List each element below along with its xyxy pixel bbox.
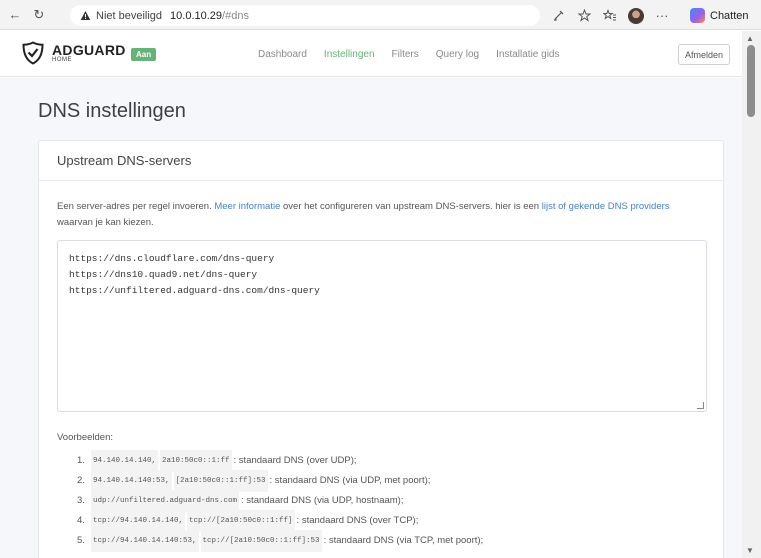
intro-text: over het configureren van upstream DNS-s… (280, 201, 542, 212)
examples-title: Voorbeelden: (57, 432, 113, 443)
example-code: 94.140.14.140:53, (91, 470, 172, 492)
warning-icon[interactable] (80, 10, 91, 21)
server-line: https://dns10.quad9.net/dns-query (69, 269, 258, 280)
dns-providers-link[interactable]: lijst of gekende DNS providers (542, 201, 670, 212)
example-code: tcp://94.140.14.140, (91, 510, 186, 532)
main-content: DNS instellingen Upstream DNS-servers Ee… (0, 78, 742, 558)
browser-toolbar: ← ↻ Niet beveiligd 10.0.10.29 /#dns ··· … (0, 0, 761, 30)
list-item: 1. 94.140.14.140, 2a10:50c0::1:ff : stan… (77, 450, 705, 472)
nav-dashboard[interactable]: Dashboard (258, 49, 307, 60)
server-line: https://dns.cloudflare.com/dns-query (69, 253, 275, 264)
address-bar[interactable]: Niet beveiligd 10.0.10.29 /#dns (70, 5, 540, 26)
main-nav: Dashboard Instellingen Filters Query log… (258, 49, 576, 60)
reload-icon[interactable]: ↻ (30, 6, 48, 24)
favorite-star-icon[interactable] (574, 6, 594, 26)
copilot-icon (690, 8, 705, 23)
example-desc: : standaard DNS (via TCP, met poort); (323, 535, 484, 546)
example-code: tcp://94.140.14.140:53, (91, 530, 199, 552)
example-number: 1. (77, 455, 85, 466)
page-title: DNS instellingen (38, 100, 186, 122)
back-icon[interactable]: ← (6, 6, 24, 24)
example-number: 4. (77, 515, 85, 526)
example-code: 94.140.14.140, (91, 450, 159, 472)
scroll-up-icon[interactable]: ▲ (746, 34, 754, 43)
card-title: Upstream DNS-servers (39, 141, 723, 181)
nav-query-log[interactable]: Query log (436, 49, 479, 60)
read-aloud-icon[interactable] (548, 6, 568, 26)
shield-check-icon (22, 41, 44, 65)
upstream-servers-textarea[interactable]: https://dns.cloudflare.com/dns-query htt… (57, 240, 707, 412)
example-code: 2a10:50c0::1:ff (160, 450, 232, 472)
more-icon[interactable]: ··· (652, 6, 672, 26)
status-badge: Aan (131, 48, 157, 61)
favorites-icon[interactable] (600, 6, 620, 26)
list-item: 4. tcp://94.140.14.140, tcp://[2a10:50c0… (77, 510, 705, 532)
example-number: 5. (77, 535, 85, 546)
example-number: 2. (77, 475, 85, 486)
url-host: 10.0.10.29 (170, 9, 223, 22)
list-item: 3. udp://unfiltered.adguard-dns.com : st… (77, 490, 705, 512)
example-code: udp://unfiltered.adguard-dns.com (91, 490, 240, 512)
example-number: 3. (77, 495, 85, 506)
example-code: tcp://[2a10:50c0::1:ff] (187, 510, 295, 532)
list-item: 5. tcp://94.140.14.140:53, tcp://[2a10:5… (77, 530, 705, 552)
nav-instellingen[interactable]: Instellingen (324, 49, 375, 60)
nav-filters[interactable]: Filters (392, 49, 419, 60)
page-scrollbar[interactable]: ▲ ▼ (742, 31, 761, 558)
insecure-label: Niet beveiligd (96, 9, 163, 22)
scroll-thumb[interactable] (747, 45, 755, 117)
brand-name: ADGUARD (52, 42, 126, 58)
example-desc: : standaard DNS (over UDP); (233, 455, 357, 466)
example-code: tcp://[2a10:50c0::1:ff]:53 (200, 530, 322, 552)
more-info-link[interactable]: Meer informatie (214, 201, 280, 212)
resize-handle[interactable] (697, 402, 704, 409)
browser-actions: ··· (548, 5, 678, 26)
scroll-down-icon[interactable]: ▼ (746, 546, 754, 555)
intro-text: waarvan je kan kiezen. (57, 217, 154, 228)
url-hash: /#dns (222, 9, 249, 22)
example-desc: : standaard DNS (via UDP, met poort); (269, 475, 431, 486)
chat-label: Chatten (710, 9, 749, 22)
example-desc: : standaard DNS (over TCP); (296, 515, 419, 526)
logout-button[interactable]: Afmelden (678, 44, 731, 65)
example-desc: : standaard DNS (via UDP, hostnaam); (241, 495, 404, 506)
profile-avatar[interactable] (626, 6, 646, 26)
server-line: https://unfiltered.adguard-dns.com/dns-q… (69, 285, 320, 296)
intro-text: Een server-adres per regel invoeren. (57, 201, 215, 212)
copilot-chat-button[interactable]: Chatten (690, 6, 749, 25)
examples-list: 1. 94.140.14.140, 2a10:50c0::1:ff : stan… (57, 450, 705, 552)
app-header: ADGUARD HOME Aan Dashboard Instellingen … (0, 31, 742, 77)
adguard-logo[interactable]: ADGUARD HOME (22, 41, 126, 65)
example-code: [2a10:50c0::1:ff]:53 (173, 470, 268, 492)
nav-installatie-gids[interactable]: Installatie gids (496, 49, 559, 60)
list-item: 2. 94.140.14.140:53, [2a10:50c0::1:ff]:5… (77, 470, 705, 492)
upstream-intro: Een server-adres per regel invoeren. Mee… (57, 199, 702, 231)
upstream-dns-card: Upstream DNS-servers Een server-adres pe… (38, 140, 724, 558)
